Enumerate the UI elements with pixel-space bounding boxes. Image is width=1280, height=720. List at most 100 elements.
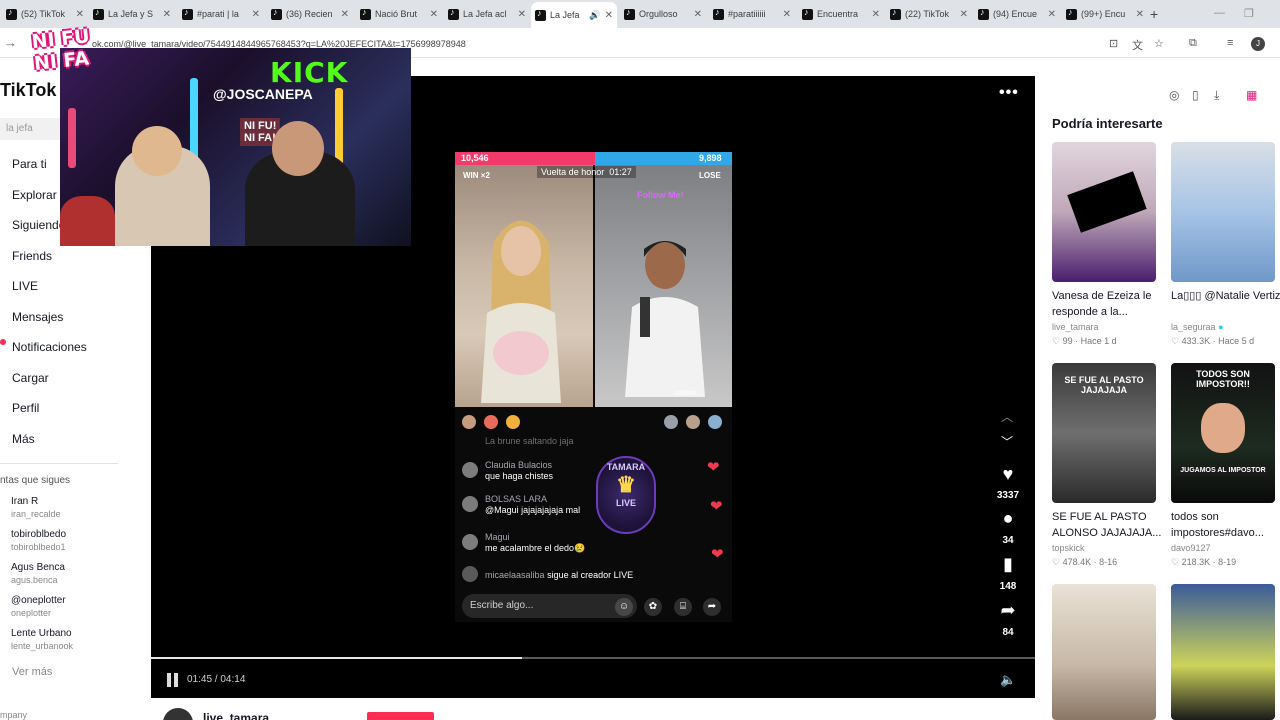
chat-username: Claudia Bulacios — [485, 460, 553, 470]
browser-tab-bar: (52) TikTok✕ La Jefa y S✕ #parati | la✕ … — [0, 0, 1280, 28]
close-icon[interactable]: ✕ — [76, 9, 84, 20]
nav-perfil[interactable]: Perfil — [12, 401, 39, 415]
forward-icon[interactable]: → — [4, 35, 17, 50]
card-author[interactable]: davo9127 — [1171, 543, 1211, 553]
browser-tab[interactable]: (52) TikTok ✕ — [2, 3, 88, 25]
gift-icon[interactable]: ⌸ — [674, 598, 692, 616]
share-arrow-icon[interactable]: ➦ — [999, 600, 1017, 621]
browser-tab[interactable]: (36) Recien ✕ — [267, 3, 353, 25]
like-heart-icon[interactable]: ♥ — [999, 464, 1017, 485]
tab-title: La Jefa y S — [108, 9, 154, 19]
video-thumbnail[interactable]: SE FUE AL PASTO JAJAJAJA — [1052, 363, 1156, 503]
nav-mensajes[interactable]: Mensajes — [12, 310, 63, 324]
card-title[interactable]: SE FUE AL PASTO ALONSO JAJAJAJA... — [1052, 509, 1162, 541]
video-thumbnail[interactable] — [1052, 584, 1156, 720]
pause-icon[interactable] — [167, 673, 179, 687]
nav-siguiendo[interactable]: Siguiendo — [12, 218, 65, 232]
heart-icon: ❤ — [707, 459, 720, 476]
following-account[interactable]: @oneplotter oneplotter — [11, 595, 66, 619]
win-label: WIN ×2 — [463, 171, 490, 180]
browser-tab[interactable]: Encuentra ✕ — [798, 3, 884, 25]
browser-tab[interactable]: #parati | la ✕ — [178, 3, 264, 25]
following-account[interactable]: tobiroblbedo tobiroblbedo1 — [11, 529, 66, 553]
live-chat-input[interactable]: Escribe algo... — [462, 594, 637, 618]
nav-mas[interactable]: Más — [12, 432, 35, 446]
install-app-icon[interactable]: ⊡ — [1109, 37, 1118, 50]
browser-tab[interactable]: (99+) Encu ✕ — [1062, 3, 1148, 25]
translate-icon[interactable]: 文 — [1132, 37, 1143, 53]
bookmark-icon[interactable]: ▮ — [999, 554, 1017, 575]
close-icon[interactable]: ✕ — [518, 9, 526, 20]
author-avatar[interactable] — [163, 708, 193, 720]
video-frame[interactable]: 10,546 9,898 WIN ×2 LOSE Vuelta de honor… — [455, 152, 732, 622]
comments-count: 34 — [1002, 535, 1014, 546]
browser-tab[interactable]: (94) Encue ✕ — [974, 3, 1060, 25]
card-author[interactable]: la_seguraa ● — [1171, 322, 1224, 332]
close-icon[interactable]: ✕ — [605, 10, 613, 21]
comment-icon[interactable]: ● — [999, 508, 1017, 529]
browser-tab[interactable]: (22) TikTok ✕ — [886, 3, 972, 25]
video-thumbnail[interactable]: TODOS SON IMPOSTOR!! JUGAMOS AL IMPOSTOR — [1171, 363, 1275, 503]
media-control-icon[interactable]: ≡ — [1227, 37, 1233, 49]
chevron-down-icon[interactable]: ﹀ — [1001, 433, 1013, 450]
close-icon[interactable]: ✕ — [694, 9, 702, 20]
following-account[interactable]: Lente Urbano lente_urbanook — [11, 628, 73, 652]
compass-icon[interactable]: ◎ — [1169, 88, 1179, 102]
browser-tab[interactable]: Orgulloso ✕ — [620, 3, 706, 25]
video-thumbnail[interactable] — [1171, 142, 1275, 282]
browser-tab-active[interactable]: La Jefa 🔊 ✕ — [531, 2, 617, 28]
emoji-icon[interactable]: ☺ — [615, 598, 633, 616]
chevron-up-icon[interactable]: ︿ — [1001, 408, 1013, 425]
phone-icon[interactable]: ▯ — [1192, 88, 1199, 102]
nav-cargar[interactable]: Cargar — [12, 371, 49, 385]
logo-text: TAMARA — [606, 462, 646, 472]
card-title[interactable]: La▯▯▯ @Natalie Vertiz — [1171, 288, 1280, 304]
close-icon[interactable]: ✕ — [783, 9, 791, 20]
card-title[interactable]: todos son impostores#davo... — [1171, 509, 1280, 541]
download-icon[interactable]: ⤓ — [1214, 88, 1219, 103]
close-icon[interactable]: ✕ — [341, 9, 349, 20]
close-icon[interactable]: ✕ — [960, 9, 968, 20]
browser-tab[interactable]: La Jefa acl ✕ — [444, 3, 530, 25]
close-icon[interactable]: ✕ — [163, 9, 171, 20]
browser-tab[interactable]: Nació Brut ✕ — [356, 3, 442, 25]
tiktok-logo[interactable]: TikTok — [0, 80, 56, 101]
nav-notificaciones[interactable]: Notificaciones — [12, 340, 87, 354]
nav-para-ti[interactable]: Para ti — [12, 157, 47, 171]
card-title[interactable]: Vanesa de Ezeiza le responde a la... — [1052, 288, 1162, 320]
viewer-avatar — [484, 415, 498, 429]
close-icon[interactable]: ✕ — [430, 9, 438, 20]
video-thumbnail[interactable] — [1052, 142, 1156, 282]
bookmark-star-icon[interactable]: ☆ — [1154, 37, 1164, 50]
browser-tab[interactable]: #paratiiiiii ✕ — [709, 3, 795, 25]
new-tab-icon[interactable]: + — [1150, 6, 1158, 22]
video-thumbnail[interactable] — [1171, 584, 1275, 720]
following-account[interactable]: Agus Benca agus.benca — [11, 562, 65, 586]
close-icon[interactable]: ✕ — [1136, 9, 1144, 20]
author-username[interactable]: live_tamara — [203, 711, 269, 720]
close-icon[interactable]: ✕ — [1048, 9, 1056, 20]
profile-avatar[interactable]: J — [1251, 37, 1265, 51]
tiktok-favicon-icon — [713, 7, 724, 20]
close-icon[interactable]: ✕ — [872, 9, 880, 20]
following-account[interactable]: Iran R iran_recalde — [11, 496, 61, 520]
app-icon[interactable]: ▦ — [1246, 88, 1257, 102]
card-author[interactable]: topskick — [1052, 543, 1085, 553]
restore-icon[interactable]: ❐ — [1244, 7, 1254, 20]
follow-button[interactable] — [367, 712, 434, 720]
minimize-icon[interactable]: — — [1214, 7, 1225, 19]
close-icon[interactable]: ✕ — [252, 9, 260, 20]
nav-explorar[interactable]: Explorar — [12, 188, 57, 202]
ver-mas-link[interactable]: Ver más — [12, 666, 52, 678]
company-link[interactable]: mpany — [0, 710, 27, 720]
browser-tab[interactable]: La Jefa y S ✕ — [89, 3, 175, 25]
nav-live[interactable]: LIVE — [12, 279, 38, 293]
rose-icon[interactable]: ✿ — [644, 598, 662, 616]
share-icon[interactable]: ➦ — [703, 598, 721, 616]
speaker-icon[interactable]: 🔊 — [589, 10, 600, 21]
more-options-icon[interactable]: ••• — [999, 84, 1019, 102]
nav-friends[interactable]: Friends — [12, 249, 52, 263]
card-author[interactable]: live_tamara — [1052, 322, 1099, 332]
volume-icon[interactable]: 🔈 — [1000, 672, 1016, 688]
extensions-icon[interactable]: ⧉ — [1189, 37, 1197, 50]
